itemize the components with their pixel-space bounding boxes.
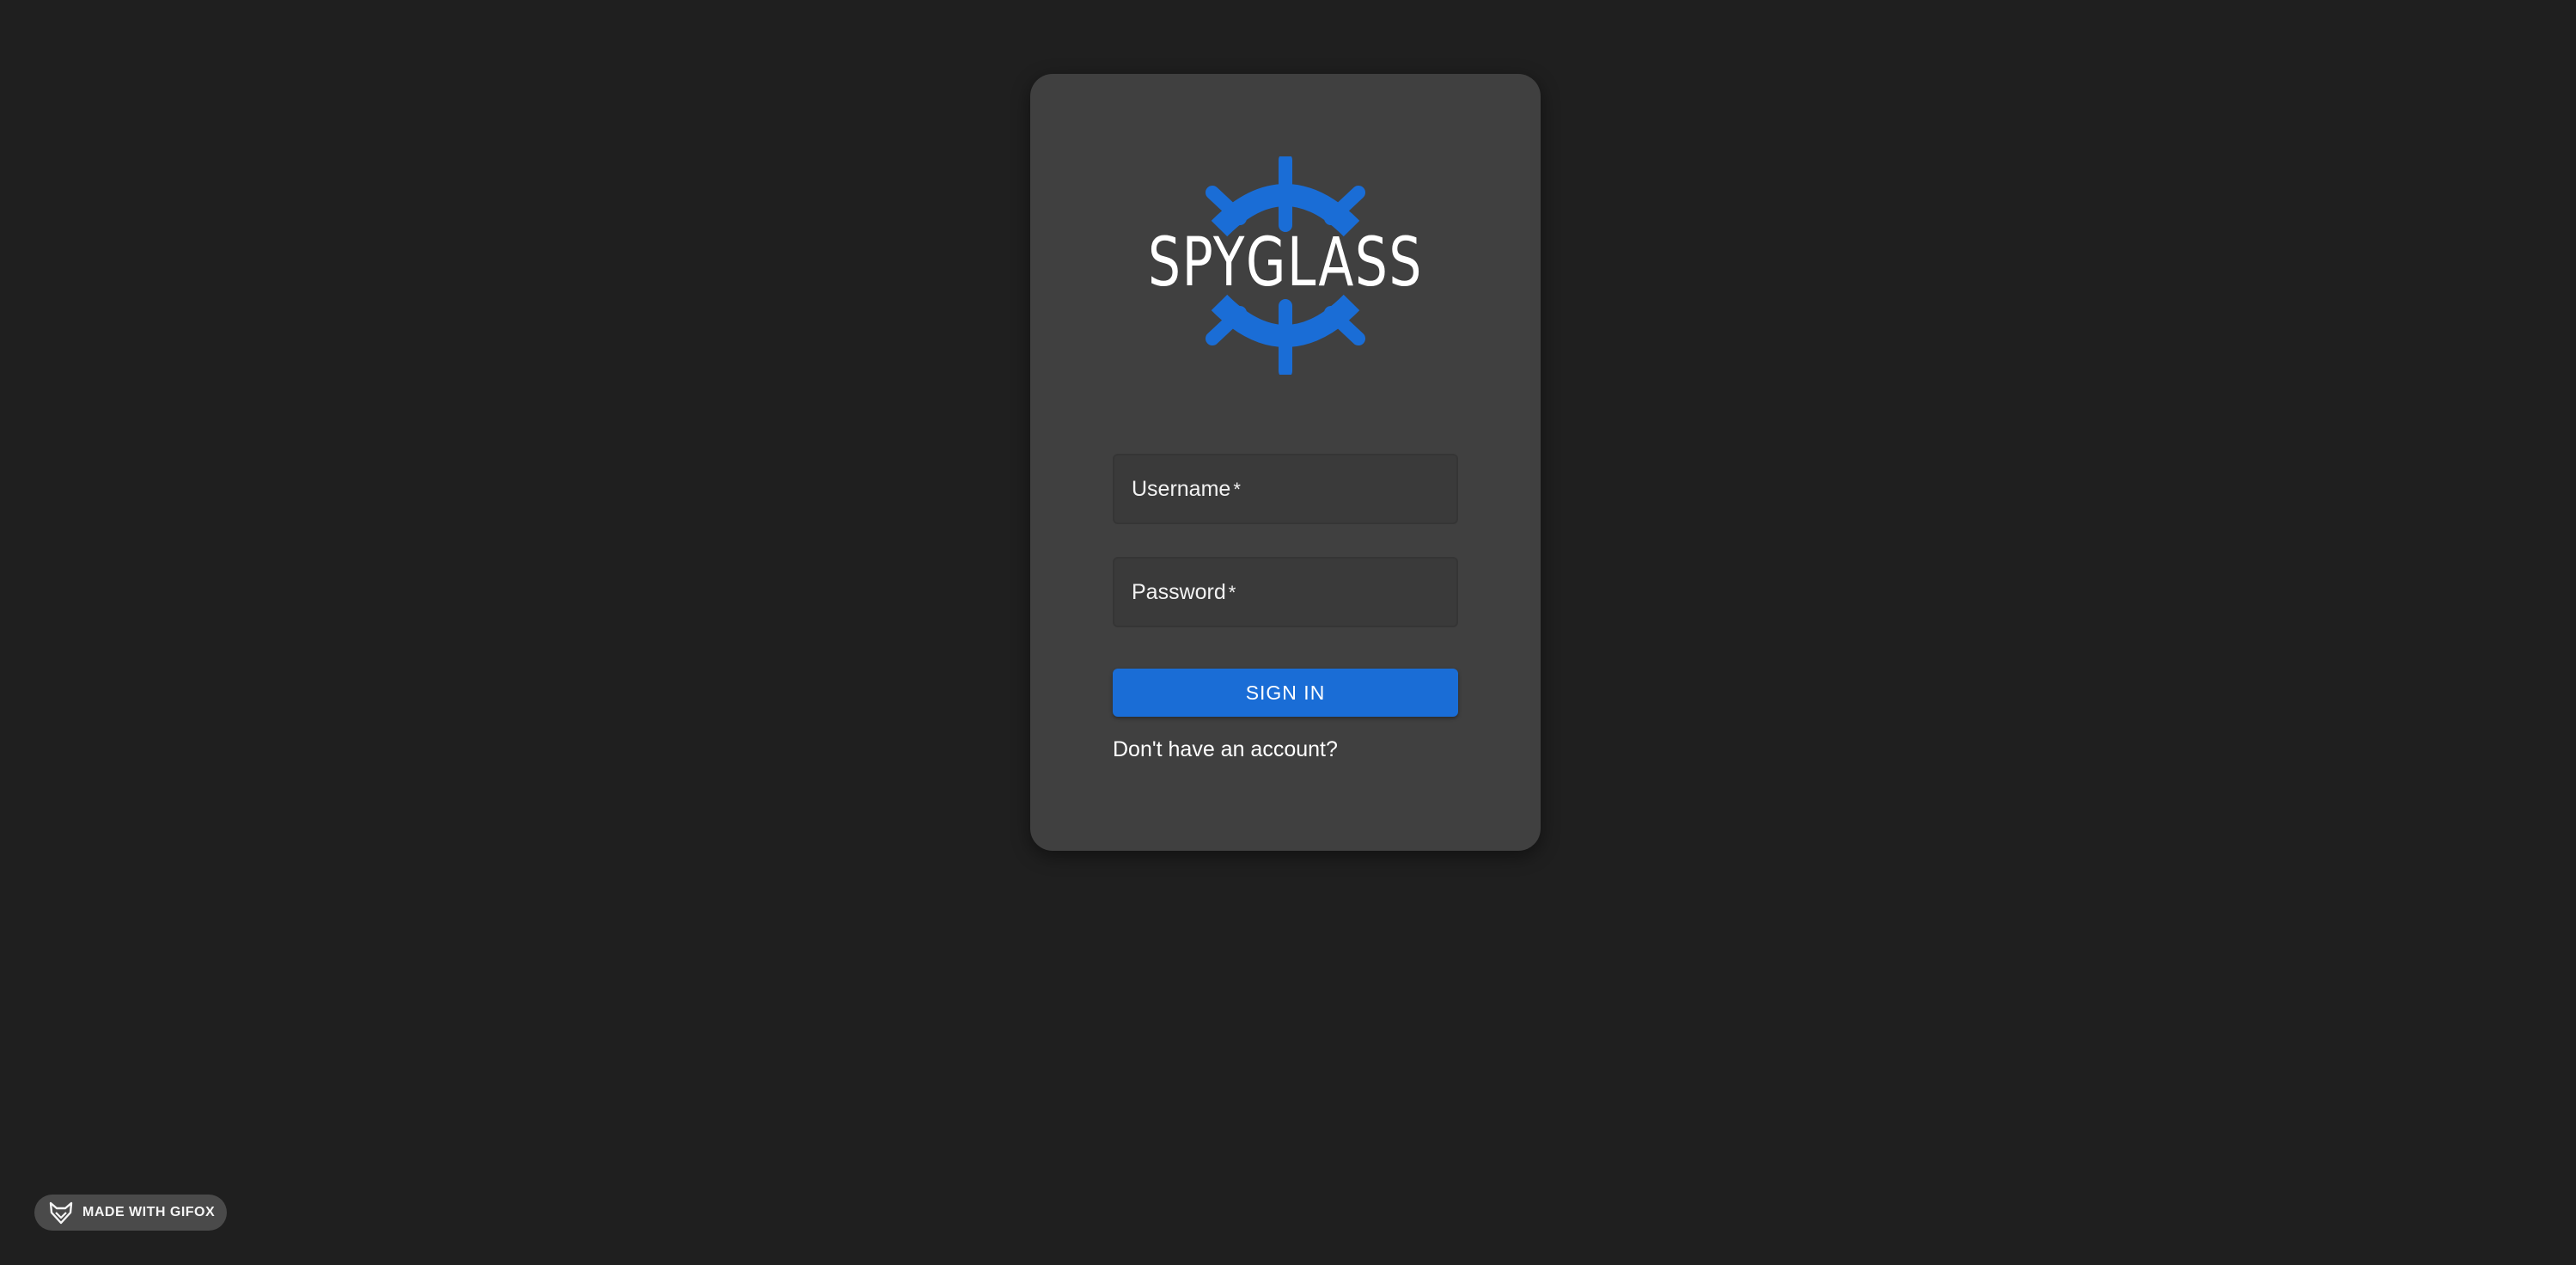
gifox-badge[interactable]: MADE WITH GIFOX bbox=[34, 1195, 227, 1231]
fox-icon bbox=[49, 1201, 73, 1225]
username-field[interactable]: Username * bbox=[1113, 454, 1458, 524]
badge-label: MADE WITH GIFOX bbox=[82, 1205, 216, 1219]
login-card: SPYGLASS Username * Password * SIGN IN Don… bbox=[1030, 74, 1541, 851]
sign-in-button[interactable]: SIGN IN bbox=[1113, 669, 1458, 717]
password-field[interactable]: Password * bbox=[1113, 557, 1458, 627]
svg-text:SPYGLASS: SPYGLASS bbox=[1148, 224, 1423, 302]
password-input[interactable] bbox=[1114, 559, 1456, 626]
spyglass-logo: SPYGLASS bbox=[1148, 156, 1423, 375]
signup-link[interactable]: Don't have an account? bbox=[1113, 737, 1338, 762]
username-input[interactable] bbox=[1114, 455, 1456, 522]
